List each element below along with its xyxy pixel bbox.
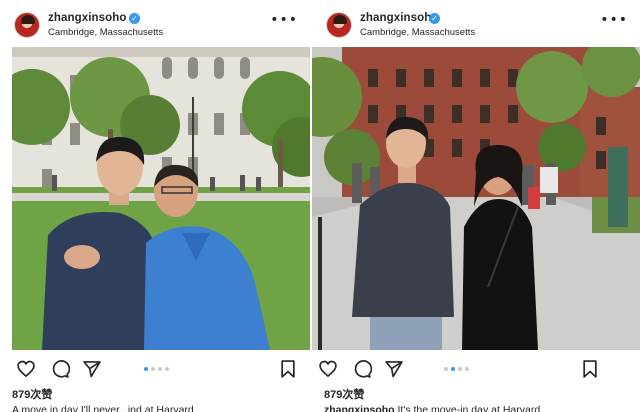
heart-icon[interactable] — [318, 359, 338, 379]
post-caption: zhangxinsoho It's the move-in day at Har… — [324, 404, 540, 412]
like-count[interactable]: 879次赞 — [12, 386, 52, 402]
carousel-dot — [158, 367, 162, 371]
carousel-dot — [144, 367, 148, 371]
like-count[interactable]: 879次赞 — [324, 386, 364, 402]
avatar[interactable] — [14, 12, 40, 38]
screenshot-stage: zhangxinsoho ✓ Cambridge, Massachusetts … — [0, 0, 640, 412]
post-caption: A move in day I'll never...ind at Harvar… — [12, 404, 194, 412]
carousel-indicator — [144, 367, 169, 373]
caption-text: A move in day I'll never...ind at Harvar… — [12, 404, 194, 412]
photo-scene-harvard-move-in — [312, 47, 640, 350]
location-link[interactable]: Cambridge, Massachusetts — [360, 27, 475, 38]
bookmark-icon[interactable] — [580, 359, 600, 379]
caption-text: It's the move-in day at Harvard — [394, 404, 541, 412]
username[interactable]: zhangxinsoho — [48, 12, 127, 24]
comment-icon[interactable] — [352, 359, 372, 379]
post-actions — [0, 356, 314, 382]
heart-icon[interactable] — [16, 359, 36, 379]
more-options-icon[interactable]: ••• — [600, 13, 628, 27]
bookmark-icon[interactable] — [278, 359, 298, 379]
verified-badge-icon: ✓ — [429, 13, 440, 24]
post-actions — [312, 356, 640, 382]
carousel-dot — [444, 367, 448, 371]
avatar[interactable] — [326, 12, 352, 38]
carousel-indicator — [444, 367, 469, 373]
post-header: zhangxinsoho ✓ Cambridge, Massachusetts … — [0, 6, 314, 44]
more-options-icon[interactable]: ••• — [270, 13, 298, 27]
carousel-dot — [458, 367, 462, 371]
username[interactable]: zhangxinsoho — [360, 12, 439, 24]
send-icon[interactable] — [82, 359, 102, 379]
carousel-dot — [151, 367, 155, 371]
caption-username[interactable]: zhangxinsoho — [324, 404, 395, 412]
post-header: zhangxinsoho ✓ Cambridge, Massachusetts … — [312, 6, 640, 44]
photo-scene-harvard-yard — [12, 47, 310, 350]
carousel-dot — [451, 367, 455, 371]
carousel-dot — [465, 367, 469, 371]
send-icon[interactable] — [384, 359, 404, 379]
post-photo[interactable] — [12, 47, 310, 350]
location-link[interactable]: Cambridge, Massachusetts — [48, 27, 163, 38]
instagram-post-left: zhangxinsoho ✓ Cambridge, Massachusetts … — [0, 0, 314, 412]
instagram-post-right: zhangxinsoho ✓ Cambridge, Massachusetts … — [312, 0, 640, 412]
carousel-dot — [165, 367, 169, 371]
verified-badge-icon: ✓ — [129, 13, 140, 24]
comment-icon[interactable] — [50, 359, 70, 379]
post-photo[interactable] — [312, 47, 640, 350]
